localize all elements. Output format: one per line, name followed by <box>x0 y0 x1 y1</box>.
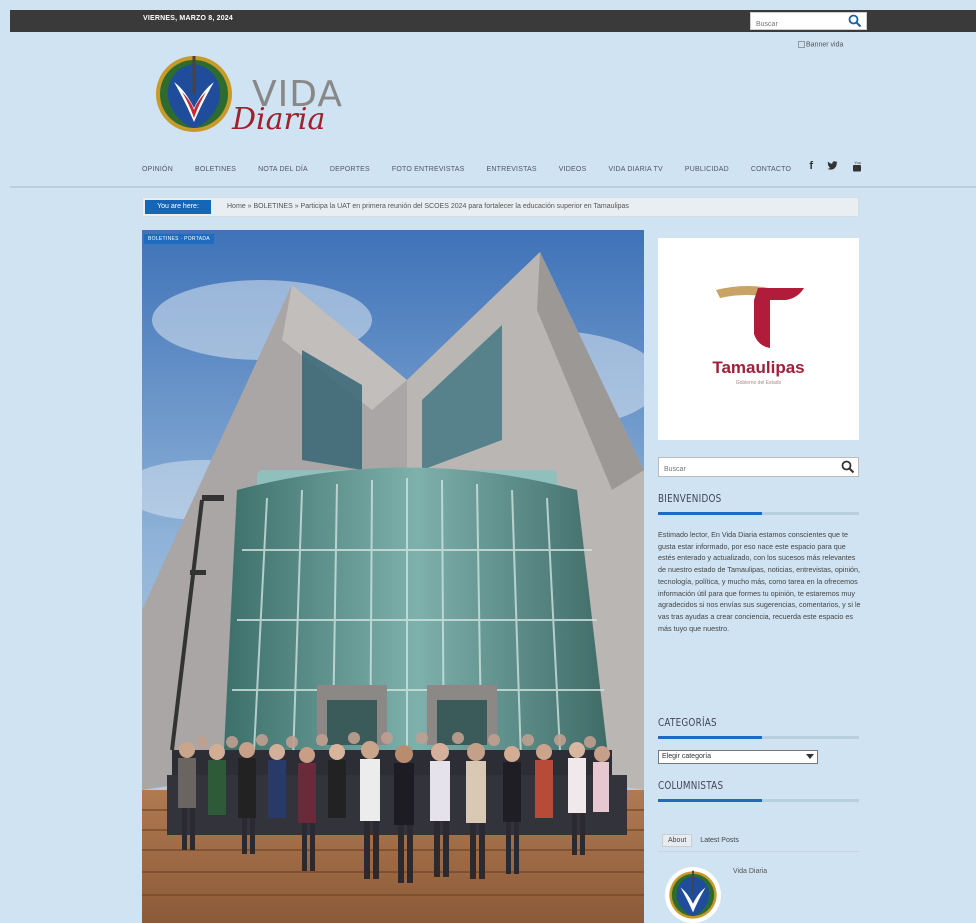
twitter-icon[interactable] <box>827 161 838 171</box>
post-category-tag[interactable]: BOLETINES · PORTADA <box>144 234 214 244</box>
columnists-widget-title: COLUMNISTAS <box>658 779 724 792</box>
nav-opinion[interactable]: OPINIÓN <box>142 166 173 173</box>
breadcrumb: You are here: Home » BOLETINES » Partici… <box>142 197 859 217</box>
current-date: VIERNES, MARZO 8, 2024 <box>143 15 233 22</box>
welcome-text: Estimado lector, En Vida Diaria estamos … <box>658 530 861 633</box>
ad-brand-name: Tamaulipas <box>712 358 805 377</box>
author-name[interactable]: Vida Diaria <box>733 868 767 875</box>
main-nav: OPINIÓN BOLETINES NOTA DEL DÍA DEPORTES … <box>142 160 862 178</box>
nav-vida-diaria-tv[interactable]: VIDA DIARIA TV <box>608 166 662 173</box>
nav-contacto[interactable]: CONTACTO <box>751 166 791 173</box>
banner-image[interactable]: Banner vida <box>798 41 843 48</box>
tamaulipas-logo <box>716 286 804 348</box>
author-tabs: About Latest Posts <box>662 834 739 847</box>
facebook-icon[interactable]: f <box>809 160 813 172</box>
ad-brand-subtitle: Gobierno del Estado <box>735 380 782 386</box>
category-select[interactable]: Elegir categoría <box>658 750 818 764</box>
tab-latest-posts[interactable]: Latest Posts <box>700 837 739 844</box>
nav-entrevistas[interactable]: ENTREVISTAS <box>486 166 536 173</box>
svg-text:You: You <box>854 160 861 165</box>
nav-boletines[interactable]: BOLETINES <box>195 166 236 173</box>
header-divider <box>10 186 976 188</box>
site-logo[interactable]: VIDA Diaria <box>152 52 342 142</box>
welcome-widget-title: BIENVENIDOS <box>658 492 722 505</box>
youtube-icon[interactable]: You <box>852 160 862 172</box>
nav-nota-del-dia[interactable]: NOTA DEL DÍA <box>258 166 308 173</box>
breadcrumb-label: You are here: <box>145 200 211 214</box>
sidebar-search-box[interactable] <box>658 457 859 479</box>
chevron-down-icon <box>806 754 814 759</box>
avatar-logo-icon <box>669 870 717 919</box>
search-icon[interactable] <box>848 14 862 28</box>
sidebar-search-input[interactable] <box>659 460 829 479</box>
categories-widget-title: CATEGORÍAS <box>658 716 717 729</box>
top-bar: VIERNES, MARZO 8, 2024 <box>10 10 976 33</box>
columnists-title-underline <box>658 799 859 802</box>
building-photo <box>142 230 644 923</box>
welcome-title-underline <box>658 512 859 515</box>
tab-about[interactable]: About <box>662 834 693 847</box>
nav-foto-entrevistas[interactable]: FOTO ENTREVISTAS <box>392 166 465 173</box>
top-search-input[interactable] <box>751 16 843 33</box>
logo-word-diaria: Diaria <box>232 102 326 137</box>
nav-deportes[interactable]: DEPORTES <box>330 166 370 173</box>
tabs-divider <box>658 851 859 852</box>
broken-image-icon <box>798 41 805 48</box>
logo-emblem <box>156 56 232 132</box>
breadcrumb-path[interactable]: Home » BOLETINES » Participa la UAT en p… <box>227 203 629 210</box>
featured-image[interactable]: BOLETINES · PORTADA <box>142 230 644 923</box>
top-search-box[interactable] <box>750 12 867 33</box>
category-select-value: Elegir categoría <box>662 753 712 760</box>
tamaulipas-ad[interactable]: Tamaulipas Gobierno del Estado <box>658 238 859 440</box>
social-links: f You <box>809 160 862 172</box>
banner-alt-text: Banner vida <box>806 41 844 49</box>
nav-publicidad[interactable]: PUBLICIDAD <box>685 166 729 173</box>
categories-title-underline <box>658 736 859 739</box>
search-icon[interactable] <box>841 460 855 474</box>
nav-videos[interactable]: VIDEOS <box>559 166 587 173</box>
author-avatar[interactable] <box>665 867 721 923</box>
